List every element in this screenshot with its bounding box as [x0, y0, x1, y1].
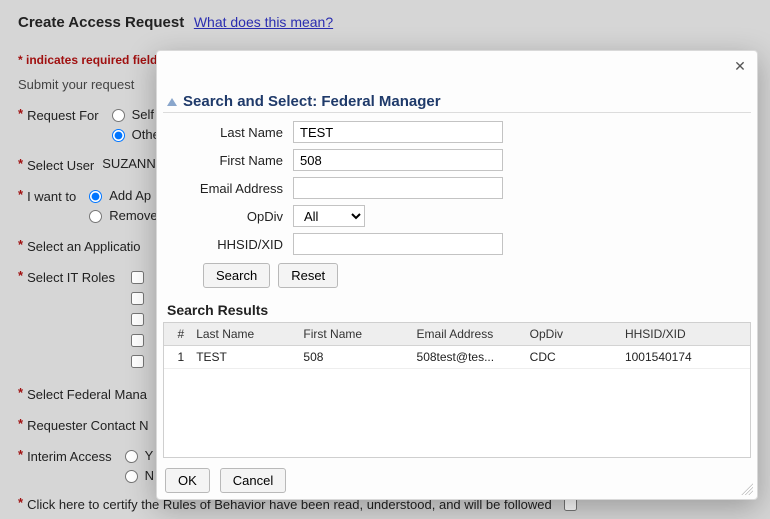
- search-dialog: ✕ Search and Select: Federal Manager Las…: [156, 50, 758, 500]
- opdiv-label: OpDiv: [167, 209, 287, 224]
- required-star: *: [18, 416, 23, 431]
- it-role-check[interactable]: [127, 331, 147, 350]
- it-roles-label: Select IT Roles: [27, 268, 115, 285]
- required-star: *: [18, 495, 23, 510]
- radio-self-input[interactable]: [112, 109, 125, 122]
- select-app-label: Select an Applicatio: [27, 237, 140, 254]
- cell-first-name: 508: [297, 346, 410, 369]
- search-button[interactable]: Search: [203, 263, 270, 288]
- table-header-row: # Last Name First Name Email Address OpD…: [164, 323, 750, 346]
- first-name-label: First Name: [167, 153, 287, 168]
- required-star: *: [18, 447, 23, 462]
- ok-button[interactable]: OK: [165, 468, 210, 493]
- radio-add[interactable]: Add Ap: [84, 187, 157, 203]
- cancel-button[interactable]: Cancel: [220, 468, 286, 493]
- col-last-name[interactable]: Last Name: [190, 323, 297, 346]
- req-contact-label: Requester Contact N: [27, 416, 148, 433]
- last-name-input[interactable]: [293, 121, 503, 143]
- results-table: # Last Name First Name Email Address OpD…: [164, 323, 750, 369]
- i-want-to-label: I want to: [27, 187, 76, 204]
- radio-other[interactable]: Othe: [107, 126, 160, 142]
- close-icon[interactable]: ✕: [731, 57, 749, 75]
- radio-interim-y[interactable]: Y: [120, 447, 154, 463]
- it-role-check[interactable]: [127, 268, 147, 287]
- col-email[interactable]: Email Address: [411, 323, 524, 346]
- required-star: *: [18, 237, 23, 252]
- hhsid-input[interactable]: [293, 233, 503, 255]
- it-role-check[interactable]: [127, 352, 147, 371]
- it-role-check[interactable]: [127, 310, 147, 329]
- dialog-header: Search and Select: Federal Manager: [163, 89, 751, 113]
- submit-text: Submit your request: [18, 77, 134, 92]
- cell-idx: 1: [164, 346, 190, 369]
- col-idx[interactable]: #: [164, 323, 190, 346]
- required-star: *: [18, 187, 23, 202]
- dialog-title: Search and Select: Federal Manager: [183, 93, 441, 110]
- reset-button[interactable]: Reset: [278, 263, 338, 288]
- disclosure-icon[interactable]: [167, 98, 177, 106]
- required-star: *: [18, 156, 23, 171]
- cell-hhsid: 1001540174: [619, 346, 750, 369]
- fed-manager-label: Select Federal Mana: [27, 385, 147, 402]
- required-star: *: [18, 106, 23, 121]
- required-star: *: [18, 268, 23, 283]
- email-label: Email Address: [167, 181, 287, 196]
- results-title: Search Results: [163, 302, 751, 318]
- hhsid-label: HHSID/XID: [167, 237, 287, 252]
- radio-add-input[interactable]: [89, 190, 102, 203]
- col-opdiv[interactable]: OpDiv: [524, 323, 619, 346]
- first-name-input[interactable]: [293, 149, 503, 171]
- radio-remove[interactable]: Remove: [84, 207, 157, 223]
- last-name-label: Last Name: [167, 125, 287, 140]
- radio-remove-input[interactable]: [89, 210, 102, 223]
- results-table-wrap: # Last Name First Name Email Address OpD…: [163, 322, 751, 458]
- col-first-name[interactable]: First Name: [297, 323, 410, 346]
- radio-other-input[interactable]: [112, 129, 125, 142]
- help-link[interactable]: What does this mean?: [194, 14, 333, 30]
- radio-self[interactable]: Self: [107, 106, 160, 122]
- radio-interim-n[interactable]: N: [120, 467, 154, 483]
- table-row[interactable]: 1 TEST 508 508test@tes... CDC 1001540174: [164, 346, 750, 369]
- email-input[interactable]: [293, 177, 503, 199]
- select-user-value: SUZANN: [102, 156, 155, 171]
- it-role-check[interactable]: [127, 289, 147, 308]
- opdiv-select[interactable]: All: [293, 205, 365, 227]
- cell-last-name: TEST: [190, 346, 297, 369]
- interim-label: Interim Access: [27, 447, 112, 464]
- select-user-label: Select User: [27, 156, 94, 173]
- cell-email: 508test@tes...: [411, 346, 524, 369]
- cell-opdiv: CDC: [524, 346, 619, 369]
- page-title: Create Access Request: [18, 14, 184, 31]
- col-hhsid[interactable]: HHSID/XID: [619, 323, 750, 346]
- resize-handle-icon[interactable]: [741, 483, 753, 495]
- request-for-label: Request For: [27, 106, 99, 123]
- required-star: *: [18, 385, 23, 400]
